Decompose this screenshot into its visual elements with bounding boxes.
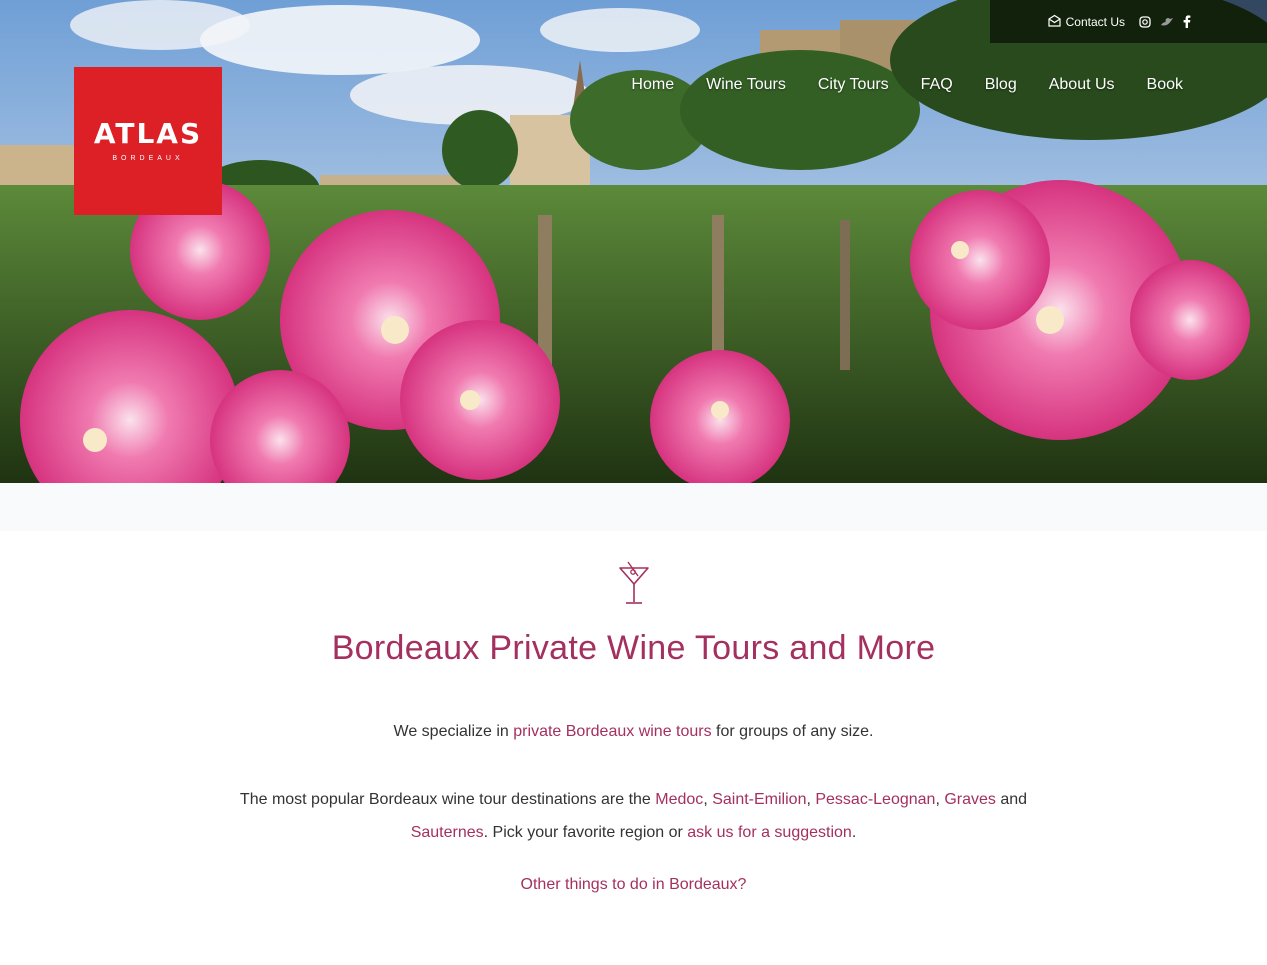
medoc-link[interactable]: Medoc bbox=[655, 791, 703, 808]
logo-subtitle: BORDEAUX bbox=[112, 155, 184, 162]
top-bar: Contact Us bbox=[987, 0, 1267, 43]
nav-about-us[interactable]: About Us bbox=[1049, 76, 1115, 94]
intro-paragraph: We specialize in private Bordeaux wine t… bbox=[0, 723, 1267, 741]
separator: , bbox=[935, 791, 945, 808]
logo-brand: ATLAS bbox=[93, 117, 203, 150]
destinations-text-middle: . Pick your favorite region or bbox=[483, 824, 688, 841]
site-logo[interactable]: ATLAS BORDEAUX bbox=[74, 67, 222, 215]
and-text: and bbox=[995, 791, 1028, 808]
divider-band bbox=[0, 483, 1267, 531]
hero-banner: Contact Us ATLAS BORDEAUX Home Wine Tour… bbox=[0, 0, 1267, 483]
contact-us-label: Contact Us bbox=[1065, 14, 1125, 29]
social-links bbox=[1139, 15, 1191, 28]
instagram-icon[interactable] bbox=[1139, 15, 1151, 28]
sauternes-link[interactable]: Sauternes bbox=[411, 824, 484, 841]
nav-faq[interactable]: FAQ bbox=[921, 76, 953, 94]
pessac-leognan-link[interactable]: Pessac-Leognan bbox=[815, 791, 935, 808]
main-nav: Home Wine Tours City Tours FAQ Blog Abou… bbox=[631, 76, 1183, 94]
destinations-paragraph: The most popular Bordeaux wine tour dest… bbox=[200, 783, 1067, 849]
private-wine-tours-link[interactable]: private Bordeaux wine tours bbox=[513, 723, 711, 740]
nav-wine-tours[interactable]: Wine Tours bbox=[706, 76, 786, 94]
nav-blog[interactable]: Blog bbox=[985, 76, 1017, 94]
contact-us-link[interactable]: Contact Us bbox=[1048, 14, 1125, 30]
intro-text-after: for groups of any size. bbox=[711, 723, 874, 740]
destinations-text-before: The most popular Bordeaux wine tour dest… bbox=[239, 791, 656, 808]
nav-book[interactable]: Book bbox=[1147, 76, 1183, 94]
martini-glass-icon bbox=[618, 560, 650, 611]
intro-text-before: We specialize in bbox=[393, 723, 514, 740]
page-title: Bordeaux Private Wine Tours and More bbox=[331, 629, 936, 667]
separator: , bbox=[703, 791, 713, 808]
saint-emilion-link[interactable]: Saint-Emilion bbox=[712, 791, 806, 808]
other-things-link[interactable]: Other things to do in Bordeaux? bbox=[521, 876, 747, 893]
destinations-text-end: . bbox=[851, 824, 857, 841]
other-things-paragraph: Other things to do in Bordeaux? bbox=[0, 876, 1267, 894]
ask-suggestion-link[interactable]: ask us for a suggestion bbox=[687, 824, 852, 841]
nav-home[interactable]: Home bbox=[631, 76, 674, 94]
envelope-icon bbox=[1048, 14, 1061, 30]
nav-city-tours[interactable]: City Tours bbox=[818, 76, 889, 94]
graves-link[interactable]: Graves bbox=[944, 791, 996, 808]
twitter-icon[interactable] bbox=[1161, 17, 1173, 27]
facebook-icon[interactable] bbox=[1183, 15, 1191, 28]
